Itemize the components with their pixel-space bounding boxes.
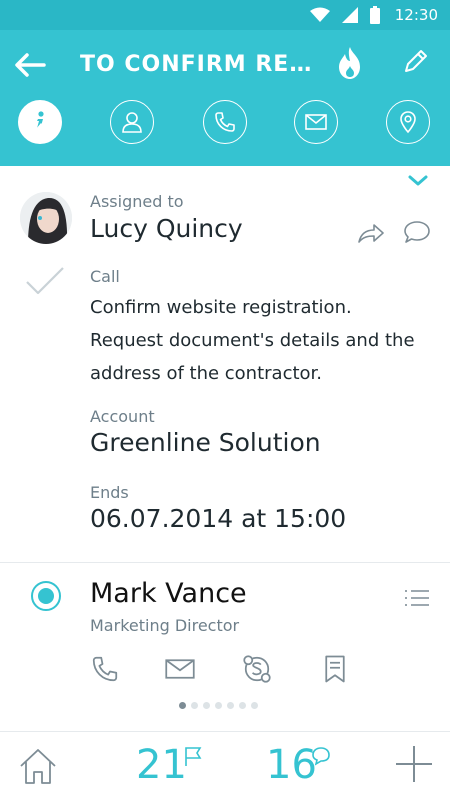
page-dot[interactable] bbox=[191, 702, 198, 709]
mail-icon[interactable] bbox=[165, 654, 195, 684]
account-value[interactable]: Greenline Solution bbox=[90, 428, 321, 457]
page-indicator[interactable] bbox=[179, 702, 258, 709]
user-icon bbox=[122, 112, 142, 133]
fire-icon[interactable] bbox=[336, 46, 364, 80]
skype-icon[interactable] bbox=[242, 654, 272, 684]
radio-dot bbox=[38, 588, 54, 604]
contact-role: Marketing Director bbox=[90, 616, 240, 635]
location-icon bbox=[400, 111, 416, 134]
task-description: Confirm website registration. Request do… bbox=[90, 297, 415, 384]
mail-icon bbox=[305, 114, 327, 130]
page-dot[interactable] bbox=[239, 702, 246, 709]
share-icon[interactable] bbox=[356, 220, 386, 246]
home-icon[interactable] bbox=[18, 746, 58, 786]
comment-icon bbox=[312, 747, 330, 766]
wifi-icon bbox=[310, 7, 330, 22]
assigned-name[interactable]: Lucy Quincy bbox=[90, 214, 243, 243]
avatar bbox=[20, 192, 72, 244]
bookmark-icon[interactable] bbox=[320, 654, 350, 684]
bottom-bar: 21 16 bbox=[0, 731, 450, 800]
status-icons bbox=[310, 6, 380, 24]
comment-icon[interactable] bbox=[402, 218, 432, 246]
page-dot[interactable] bbox=[215, 702, 222, 709]
divider bbox=[0, 562, 450, 563]
arrow-left-icon[interactable] bbox=[14, 52, 46, 78]
tab-info[interactable] bbox=[18, 100, 62, 144]
plus-icon[interactable] bbox=[394, 744, 434, 784]
tab-pointer bbox=[30, 123, 52, 136]
phone-icon[interactable] bbox=[90, 654, 120, 684]
contact-actions bbox=[90, 654, 360, 686]
page-dot[interactable] bbox=[251, 702, 258, 709]
ends-value: 06.07.2014 at 15:00 bbox=[90, 504, 347, 533]
tab-mail[interactable] bbox=[294, 100, 338, 144]
task-type-label: Call bbox=[90, 267, 120, 286]
header: TO CONFIRM REGIST... bbox=[0, 30, 450, 166]
pencil-icon[interactable] bbox=[401, 46, 431, 76]
page-dot[interactable] bbox=[227, 702, 234, 709]
phone-icon bbox=[215, 112, 235, 132]
assigned-label: Assigned to bbox=[90, 192, 184, 211]
page-dot[interactable] bbox=[179, 702, 186, 709]
checkmark-icon[interactable] bbox=[24, 265, 66, 297]
chevron-down-icon[interactable] bbox=[406, 172, 430, 190]
status-time: 12:30 bbox=[394, 6, 438, 24]
status-bar: 12:30 bbox=[0, 0, 450, 30]
tab-bar bbox=[0, 100, 450, 146]
battery-icon bbox=[370, 6, 380, 24]
contact-radio[interactable] bbox=[31, 581, 61, 611]
page-title: TO CONFIRM REGIST... bbox=[80, 52, 330, 77]
list-menu-icon[interactable] bbox=[404, 588, 430, 608]
messages-counter[interactable]: 16 bbox=[266, 742, 317, 788]
flag-icon bbox=[185, 747, 202, 766]
tab-location[interactable] bbox=[386, 100, 430, 144]
page-dot[interactable] bbox=[203, 702, 210, 709]
tasks-counter[interactable]: 21 bbox=[136, 742, 187, 788]
tab-phone[interactable] bbox=[203, 100, 247, 144]
ends-label: Ends bbox=[90, 483, 129, 502]
tab-user[interactable] bbox=[110, 100, 154, 144]
account-label: Account bbox=[90, 407, 155, 426]
signal-icon bbox=[342, 7, 358, 23]
contact-name[interactable]: Mark Vance bbox=[90, 578, 247, 609]
